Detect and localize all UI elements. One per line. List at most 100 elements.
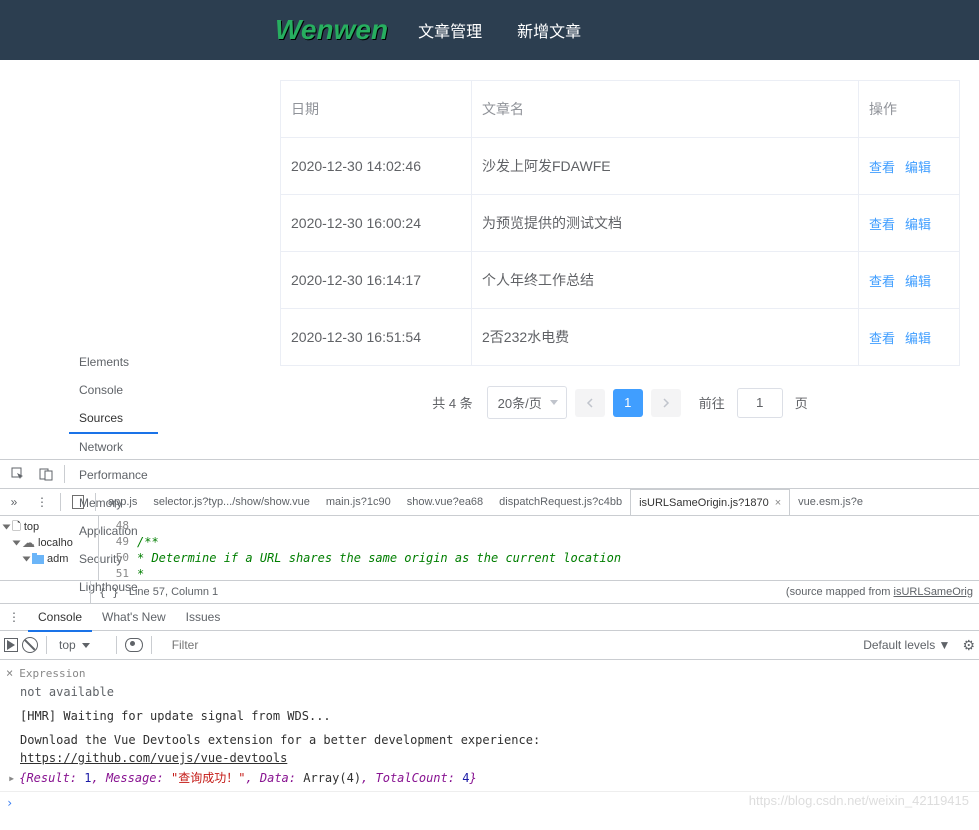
kebab-icon[interactable]: ⋮ xyxy=(28,495,56,509)
pagination: 共 4 条 20条/页 1 前往 页 xyxy=(280,386,960,419)
edit-link[interactable]: 编辑 xyxy=(905,217,931,232)
edit-link[interactable]: 编辑 xyxy=(905,160,931,175)
clear-console-icon[interactable] xyxy=(22,637,38,653)
source-file-tabs: » ⋮ app.jsselector.js?typ.../show/show.v… xyxy=(0,489,979,516)
cell-date: 2020-12-30 16:00:24 xyxy=(281,195,472,252)
close-expression-icon[interactable]: × xyxy=(6,666,13,680)
th-name: 文章名 xyxy=(472,81,859,138)
log-object[interactable]: ▸{Result: 1, Message: "查询成功！", Data: Arr… xyxy=(8,769,973,787)
table-row: 2020-12-30 16:51:542否232水电费查看编辑 xyxy=(281,309,960,366)
page-next-button[interactable] xyxy=(651,389,681,417)
cloud-icon: ☁ xyxy=(22,535,35,551)
code-line: /** xyxy=(137,534,979,550)
cell-name: 沙发上阿发FDAWFE xyxy=(472,138,859,195)
devtools-tab-sources[interactable]: Sources xyxy=(69,404,158,434)
table-row: 2020-12-30 16:14:17个人年终工作总结查看编辑 xyxy=(281,252,960,309)
devtools-tab-console[interactable]: Console xyxy=(69,376,158,404)
goto-input[interactable] xyxy=(737,388,783,418)
view-link[interactable]: 查看 xyxy=(869,217,895,232)
file-tree[interactable]: 🗋top ☁localho adm xyxy=(0,516,99,580)
nav-link-new-article[interactable]: 新增文章 xyxy=(517,18,581,42)
file-tab[interactable]: show.vue?ea68 xyxy=(399,489,491,515)
file-tab[interactable]: selector.js?typ.../show/show.vue xyxy=(145,489,318,515)
kebab-icon[interactable]: ⋮ xyxy=(0,610,28,624)
code-editor[interactable]: 48495051 /** * Determine if a URL shares… xyxy=(99,516,979,580)
tree-caret-icon[interactable] xyxy=(13,541,21,546)
cursor-position: Line 57, Column 1 xyxy=(129,586,218,598)
devtools-main-tabs: ElementsConsoleSourcesNetworkPerformance… xyxy=(0,460,979,489)
log-levels-select[interactable]: Default levels ▼ xyxy=(855,638,958,652)
tree-caret-icon[interactable] xyxy=(3,525,11,530)
page-size-select[interactable]: 20条/页 xyxy=(487,386,567,419)
more-tabs-icon[interactable]: » xyxy=(0,495,28,509)
cell-name: 个人年终工作总结 xyxy=(472,252,859,309)
page-icon[interactable] xyxy=(69,493,87,511)
tree-caret-icon[interactable] xyxy=(23,557,31,562)
main-content: 日期 文章名 操作 2020-12-30 14:02:46沙发上阿发FDAWFE… xyxy=(280,60,960,419)
th-ops: 操作 xyxy=(859,81,960,138)
drawer-tabs: ⋮ ConsoleWhat's NewIssues xyxy=(0,604,979,631)
view-link[interactable]: 查看 xyxy=(869,331,895,346)
edit-link[interactable]: 编辑 xyxy=(905,331,931,346)
page-number-button[interactable]: 1 xyxy=(613,389,643,417)
file-tab[interactable]: dispatchRequest.js?c4bb xyxy=(491,489,630,515)
file-tab[interactable]: isURLSameOrigin.js?1870× xyxy=(630,489,790,515)
run-icon[interactable] xyxy=(4,638,18,652)
settings-icon[interactable]: ⚙ xyxy=(962,637,975,654)
devtools-panel: ElementsConsoleSourcesNetworkPerformance… xyxy=(0,459,979,814)
drawer-tab-what-s-new[interactable]: What's New xyxy=(92,604,176,630)
drawer-tab-console[interactable]: Console xyxy=(28,604,92,632)
expression-label: Expression xyxy=(19,667,85,680)
code-line: * xyxy=(137,566,979,580)
console-output[interactable]: × Expression not available [HMR] Waiting … xyxy=(0,660,979,791)
table-row: 2020-12-30 14:02:46沙发上阿发FDAWFE查看编辑 xyxy=(281,138,960,195)
cell-ops: 查看编辑 xyxy=(859,252,960,309)
edit-link[interactable]: 编辑 xyxy=(905,274,931,289)
goto-suffix: 页 xyxy=(795,393,808,412)
cell-date: 2020-12-30 16:51:54 xyxy=(281,309,472,366)
close-tab-icon[interactable]: × xyxy=(775,497,781,509)
file-tab[interactable]: app.js xyxy=(100,489,145,515)
source-map-link[interactable]: isURLSameOrig xyxy=(894,586,973,598)
live-expression-icon[interactable] xyxy=(125,638,143,652)
cell-date: 2020-12-30 14:02:46 xyxy=(281,138,472,195)
goto-label: 前往 xyxy=(699,393,725,412)
code-line: * Determine if a URL shares the same ori… xyxy=(137,550,979,566)
log-link[interactable]: https://github.com/vuejs/vue-devtools xyxy=(20,751,287,765)
device-toggle-icon[interactable] xyxy=(32,467,60,481)
devtools-tab-elements[interactable]: Elements xyxy=(69,348,158,376)
cell-ops: 查看编辑 xyxy=(859,309,960,366)
table-row: 2020-12-30 16:00:24为预览提供的测试文档查看编辑 xyxy=(281,195,960,252)
console-prompt[interactable]: › xyxy=(0,791,979,814)
pretty-print-icon[interactable]: { } xyxy=(99,586,119,599)
devtools-tab-performance[interactable]: Performance xyxy=(69,461,158,489)
console-toolbar: top Default levels ▼ ⚙ xyxy=(0,631,979,660)
file-tab[interactable]: vue.esm.js?e xyxy=(790,489,871,515)
log-line: Download the Vue Devtools extension for … xyxy=(20,731,973,749)
page-prev-button[interactable] xyxy=(575,389,605,417)
navbar: Wenwen 文章管理 新增文章 xyxy=(0,0,979,60)
cell-name: 为预览提供的测试文档 xyxy=(472,195,859,252)
view-link[interactable]: 查看 xyxy=(869,160,895,175)
th-date: 日期 xyxy=(281,81,472,138)
page-total: 共 4 条 xyxy=(432,393,472,412)
article-table: 日期 文章名 操作 2020-12-30 14:02:46沙发上阿发FDAWFE… xyxy=(280,80,960,366)
expand-caret-icon[interactable]: ▸ xyxy=(8,771,15,785)
folder-icon xyxy=(32,555,44,564)
code-line xyxy=(137,518,979,534)
expression-value: not available xyxy=(20,683,973,701)
cell-ops: 查看编辑 xyxy=(859,195,960,252)
devtools-tab-network[interactable]: Network xyxy=(69,433,158,461)
cell-ops: 查看编辑 xyxy=(859,138,960,195)
console-filter-input[interactable] xyxy=(166,635,846,656)
file-tab[interactable]: main.js?1c90 xyxy=(318,489,399,515)
view-link[interactable]: 查看 xyxy=(869,274,895,289)
log-line: [HMR] Waiting for update signal from WDS… xyxy=(20,707,973,725)
inspect-icon[interactable] xyxy=(4,467,32,481)
source-mapped-label: (source mapped from isURLSameOrig xyxy=(780,586,979,598)
nav-link-articles[interactable]: 文章管理 xyxy=(418,18,482,42)
brand-logo[interactable]: Wenwen xyxy=(275,14,388,46)
context-select[interactable]: top xyxy=(55,636,108,654)
drawer-tab-issues[interactable]: Issues xyxy=(176,604,231,630)
cell-name: 2否232水电费 xyxy=(472,309,859,366)
